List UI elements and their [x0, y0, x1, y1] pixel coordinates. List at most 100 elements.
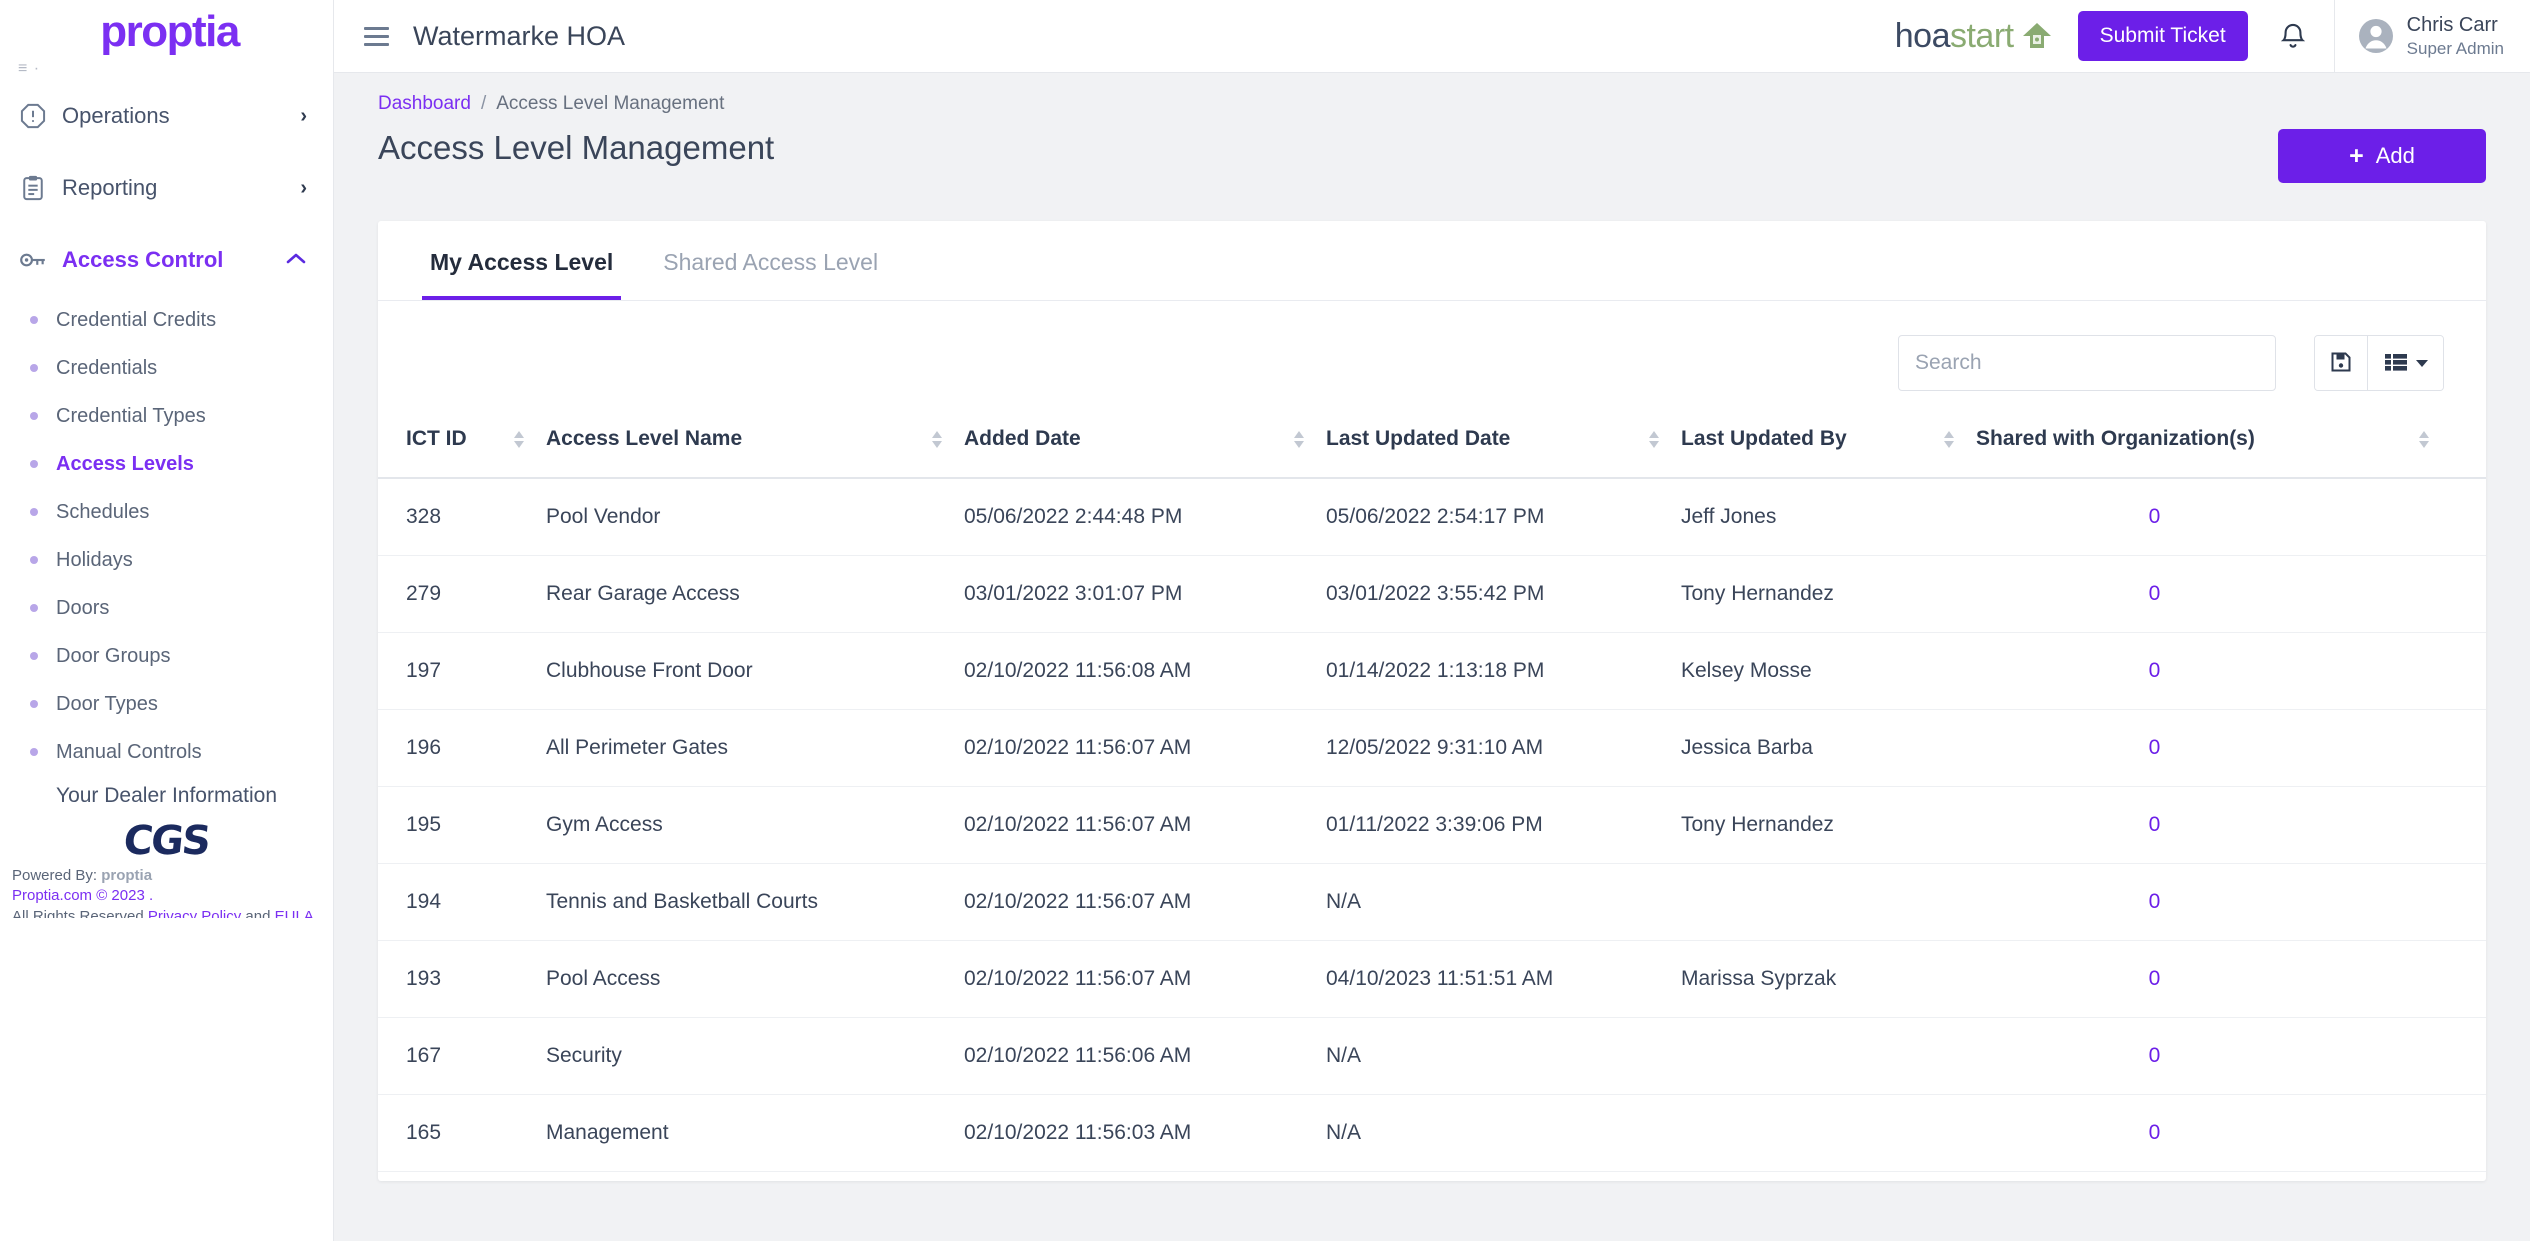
column-header-label: Added Date [964, 427, 1081, 450]
privacy-policy-link[interactable]: Privacy Policy [148, 908, 241, 918]
sidebar-item-doors[interactable]: Doors [0, 584, 333, 632]
sort-icon[interactable] [514, 430, 524, 448]
sidebar-item-access-levels[interactable]: Access Levels [0, 440, 333, 488]
dealer-information-title: Your Dealer Information [55, 784, 277, 807]
tab-shared-access-level[interactable]: Shared Access Level [655, 221, 886, 300]
proptia-site-link[interactable]: Proptia.com © 2023 . [12, 887, 153, 904]
bell-icon[interactable] [2278, 20, 2308, 52]
shared-count-link[interactable]: 0 [2149, 890, 2161, 913]
user-name: Chris Carr [2406, 13, 2498, 36]
column-header-label: Last Updated By [1681, 427, 1847, 450]
cell-shared-count: 0 [1976, 1094, 2451, 1172]
shared-count-link[interactable]: 0 [2149, 659, 2161, 682]
table-row[interactable]: 279 Rear Garage Access 03/01/2022 3:01:0… [378, 555, 2486, 633]
cell-access-level-name: Pool Vendor [546, 478, 964, 556]
shared-count-link[interactable]: 0 [2149, 582, 2161, 605]
table-row[interactable]: 196 All Perimeter Gates 02/10/2022 11:56… [378, 709, 2486, 787]
cell-access-level-name: Tennis and Basketball Courts [546, 863, 964, 941]
cell-added-date: 03/01/2022 3:01:07 PM [964, 555, 1326, 633]
cell-last-updated-by: Tony Hernandez [1681, 555, 1976, 633]
table-row[interactable]: 328 Pool Vendor 05/06/2022 2:44:48 PM 05… [378, 478, 2486, 556]
sidebar-item-credential-types[interactable]: Credential Types [0, 392, 333, 440]
sidebar-item-label: Operations [62, 103, 170, 128]
table-row[interactable]: 193 Pool Access 02/10/2022 11:56:07 AM 0… [378, 940, 2486, 1018]
sort-icon[interactable] [932, 430, 942, 448]
bullet-icon [30, 364, 38, 372]
hamburger-icon[interactable] [358, 21, 395, 52]
sidebar-item-credentials[interactable]: Credentials [0, 344, 333, 392]
column-header-last-updated-date[interactable]: Last Updated Date [1326, 413, 1681, 479]
rights-line: All Rights Reserved Privacy Policy and E… [12, 907, 333, 918]
shared-count-link[interactable]: 0 [2149, 1044, 2161, 1067]
hoastart-hoa-text: hoa [1894, 16, 1951, 55]
shared-count-link[interactable]: 0 [2149, 1121, 2161, 1144]
submit-ticket-button[interactable]: Submit Ticket [2077, 11, 2248, 61]
breadcrumb-dashboard-link[interactable]: Dashboard [378, 93, 471, 115]
user-meta: Chris Carr Super Admin [2407, 13, 2504, 59]
bullet-icon [30, 700, 38, 708]
sidebar-subnav-access-control: Credential Credits Credentials Credentia… [0, 296, 333, 776]
tab-my-access-level[interactable]: My Access Level [422, 221, 622, 300]
hoastart-start-text: start [1949, 16, 2014, 55]
search-input[interactable] [1898, 335, 2276, 391]
sidebar-item-reporting[interactable]: Reporting › [0, 152, 333, 224]
sort-icon[interactable] [2419, 430, 2429, 448]
save-button[interactable] [2315, 336, 2367, 390]
table-row[interactable]: 194 Tennis and Basketball Courts 02/10/2… [378, 863, 2486, 941]
columns-button[interactable] [2367, 336, 2443, 390]
cell-access-level-name: Pool Access [546, 940, 964, 1018]
eula-link[interactable]: EULA [275, 908, 314, 918]
bullet-icon [30, 748, 38, 756]
access-level-card: My Access Level Shared Access Level Sear… [378, 221, 2486, 1181]
sidebar-clipped-item: ≡ · [18, 60, 41, 76]
cell-last-updated-date: 01/11/2022 3:39:06 PM [1326, 786, 1681, 864]
column-header-shared-with-organizations[interactable]: Shared with Organization(s) [1976, 413, 2451, 479]
table-row[interactable]: 165 Management 02/10/2022 11:56:03 AM N/… [378, 1094, 2486, 1172]
sidebar-item-door-groups[interactable]: Door Groups [0, 632, 333, 680]
cell-last-updated-date: 12/05/2022 9:31:10 AM [1326, 709, 1681, 787]
cell-shared-count: 0 [1976, 478, 2451, 556]
sidebar-item-holidays[interactable]: Holidays [0, 536, 333, 584]
cell-actions [2451, 478, 2486, 556]
sidebar-item-access-control[interactable]: Access Control [0, 224, 333, 296]
cell-last-updated-date: 04/10/2023 11:51:51 AM [1326, 940, 1681, 1018]
cell-added-date: 02/10/2022 11:56:08 AM [964, 632, 1326, 710]
sidebar-item-operations[interactable]: Operations › [0, 80, 333, 152]
table-row[interactable]: 195 Gym Access 02/10/2022 11:56:07 AM 01… [378, 786, 2486, 864]
sort-icon[interactable] [1294, 430, 1304, 448]
table-row[interactable]: 167 Security 02/10/2022 11:56:06 AM N/A … [378, 1017, 2486, 1095]
sort-icon[interactable] [1944, 430, 1954, 448]
proptia-logo[interactable]: proptia [0, 0, 333, 60]
proptia-logo-text: proptia [100, 7, 240, 56]
cell-last-updated-by [1681, 1017, 1976, 1095]
add-button[interactable]: + Add [2278, 129, 2486, 183]
cell-last-updated-by: Tony Hernandez [1681, 786, 1976, 864]
sidebar-item-manual-controls[interactable]: Manual Controls [0, 728, 333, 776]
page-content: Dashboard / Access Level Management Acce… [334, 73, 2530, 1241]
sidebar-nav: Operations › Reporting › Access Control … [0, 80, 333, 918]
column-header-last-updated-by[interactable]: Last Updated By [1681, 413, 1976, 479]
column-header-ict-id[interactable]: ICT ID [378, 413, 546, 479]
shared-count-link[interactable]: 0 [2149, 967, 2161, 990]
sidebar-item-schedules[interactable]: Schedules [0, 488, 333, 536]
house-icon [2020, 19, 2054, 53]
column-header-access-level-name[interactable]: Access Level Name [546, 413, 964, 479]
sort-icon[interactable] [1649, 430, 1659, 448]
cell-shared-count: 0 [1976, 709, 2451, 787]
user-menu[interactable]: Chris Carr Super Admin [2333, 0, 2530, 73]
shared-count-link[interactable]: 0 [2149, 736, 2161, 759]
column-header-added-date[interactable]: Added Date [964, 413, 1326, 479]
sidebar-item-credential-credits[interactable]: Credential Credits [0, 296, 333, 344]
sidebar-item-door-types[interactable]: Door Types [0, 680, 333, 728]
table-row[interactable]: 197 Clubhouse Front Door 02/10/2022 11:5… [378, 632, 2486, 710]
cell-added-date: 02/10/2022 11:56:03 AM [964, 1094, 1326, 1172]
table-action-buttons [2314, 335, 2444, 391]
cell-shared-count: 0 [1976, 940, 2451, 1018]
cell-added-date: 05/06/2022 2:44:48 PM [964, 478, 1326, 556]
table-header-row: ICT ID Access Level Name Added Date Last… [378, 413, 2486, 479]
shared-count-link[interactable]: 0 [2149, 505, 2161, 528]
hoastart-logo[interactable]: hoa start [1895, 17, 2054, 56]
cell-last-updated-by: Marissa Syprzak [1681, 940, 1976, 1018]
shared-count-link[interactable]: 0 [2149, 813, 2161, 836]
cell-actions [2451, 863, 2486, 941]
